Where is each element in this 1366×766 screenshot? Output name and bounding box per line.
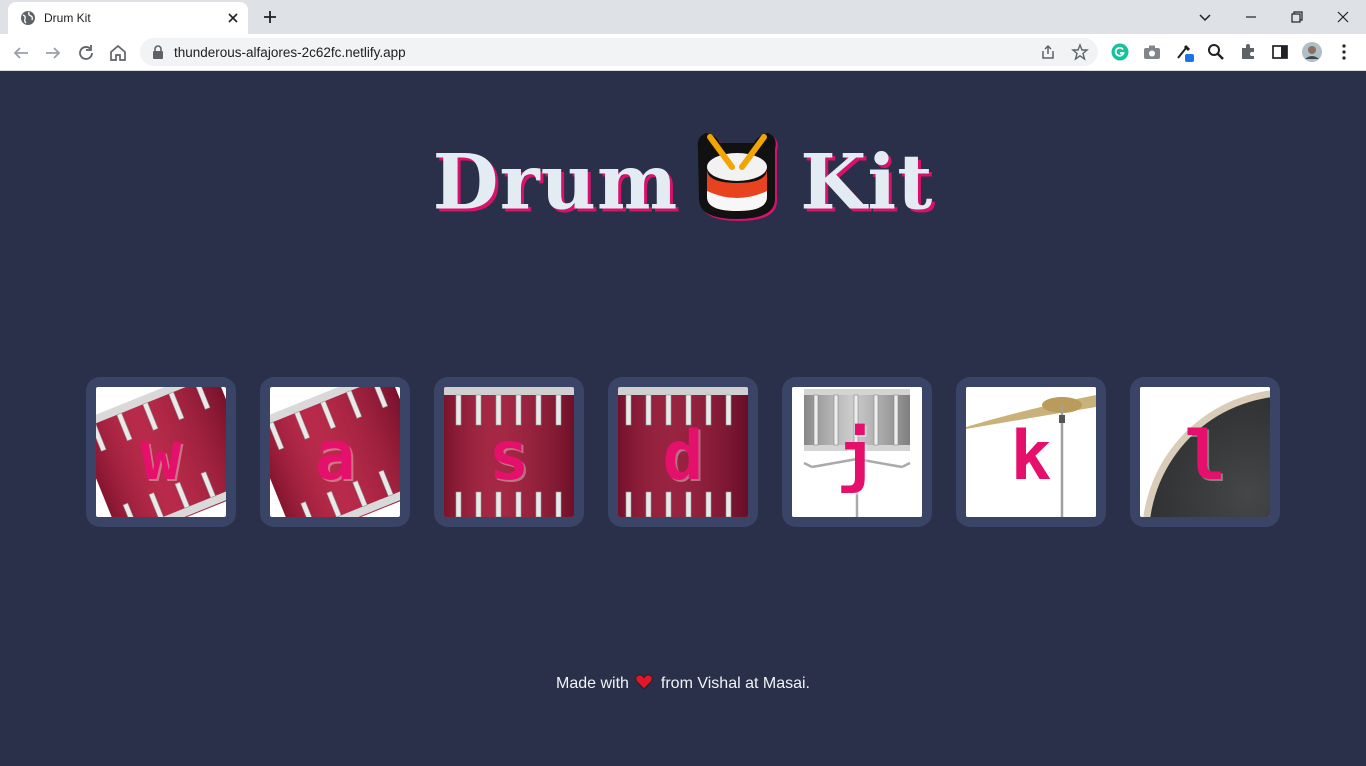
footer-prefix: Made with [555, 675, 629, 692]
footer-suffix: from Vishal at Masai. [660, 675, 810, 692]
menu-icon[interactable] [1334, 42, 1354, 62]
reload-icon[interactable] [75, 42, 97, 64]
tab-title: Drum Kit [44, 11, 91, 25]
chevron-down-icon[interactable] [1193, 5, 1217, 29]
drum-emoji-icon [697, 133, 778, 221]
back-icon[interactable] [10, 42, 32, 64]
home-icon[interactable] [107, 42, 129, 64]
zoom-icon[interactable] [1206, 42, 1226, 62]
drum-image-snare: s [444, 387, 574, 517]
footer: Made with from Vishal at Masai. [0, 674, 1366, 693]
tab-strip: Drum Kit [0, 0, 1366, 34]
grammarly-icon[interactable] [1110, 42, 1130, 62]
close-icon[interactable] [224, 9, 242, 27]
drum-image-tom: w [96, 387, 226, 517]
drum-image-floor-tom: d [618, 387, 748, 517]
window-close-icon[interactable] [1331, 5, 1355, 29]
drum-key-w[interactable]: w [86, 377, 236, 527]
drum-kit-page: Drum Kit w a s d j k l Made with from Vi… [0, 71, 1366, 766]
drum-image-cymbal: k [966, 387, 1096, 517]
forward-icon[interactable] [42, 42, 64, 64]
key-letter: s [488, 417, 530, 496]
lock-icon[interactable] [152, 45, 164, 59]
drum-key-d[interactable]: d [608, 377, 758, 527]
drum-image-kick: l [1140, 387, 1270, 517]
title-word-kit: Kit [800, 137, 934, 227]
new-tab-icon[interactable] [260, 7, 280, 27]
key-letter: l [1184, 417, 1226, 496]
browser-toolbar: thunderous-alfajores-2c62fc.netlify.app [0, 34, 1366, 71]
drum-key-s[interactable]: s [434, 377, 584, 527]
drum-keys: w a s d j k l [86, 377, 1280, 527]
globe-icon [21, 11, 35, 25]
page-title: Drum Kit [0, 133, 1366, 229]
drum-key-a[interactable]: a [260, 377, 410, 527]
key-letter: j [836, 417, 878, 496]
side-panel-icon[interactable] [1270, 42, 1290, 62]
minimize-icon[interactable] [1239, 5, 1263, 29]
camera-icon[interactable] [1142, 42, 1162, 62]
drum-image-snare-stand: j [792, 387, 922, 517]
key-letter: k [1010, 417, 1052, 496]
address-bar[interactable]: thunderous-alfajores-2c62fc.netlify.app [140, 38, 1098, 66]
key-letter: w [140, 417, 182, 496]
drum-key-k[interactable]: k [956, 377, 1106, 527]
star-icon[interactable] [1071, 43, 1089, 61]
avatar[interactable] [1302, 42, 1322, 62]
share-icon[interactable] [1039, 43, 1057, 61]
browser-tab[interactable]: Drum Kit [8, 2, 248, 34]
title-word-drum: Drum [432, 137, 679, 227]
drum-key-l[interactable]: l [1130, 377, 1280, 527]
drum-key-j[interactable]: j [782, 377, 932, 527]
url-text[interactable]: thunderous-alfajores-2c62fc.netlify.app [174, 45, 406, 60]
key-letter: a [314, 417, 356, 496]
color-picker-icon[interactable] [1174, 42, 1194, 62]
restore-icon[interactable] [1285, 5, 1309, 29]
heart-icon [635, 674, 653, 690]
extensions-icon[interactable] [1238, 42, 1258, 62]
key-letter: d [662, 417, 704, 496]
drum-image-tom: a [270, 387, 400, 517]
